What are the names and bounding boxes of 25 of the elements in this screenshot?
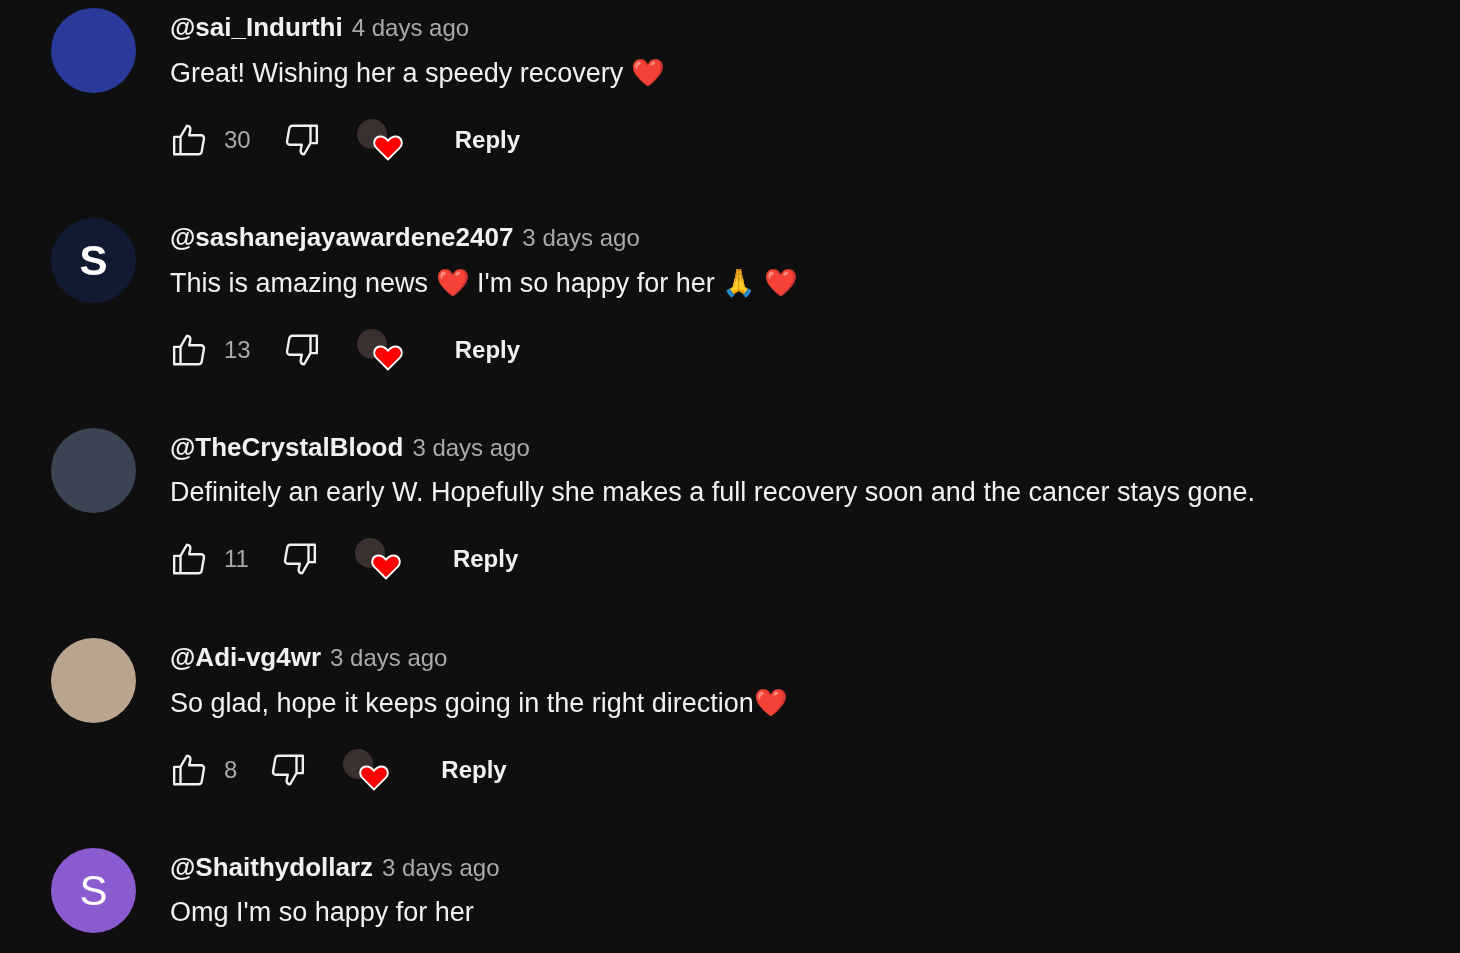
comment-time[interactable]: 3 days ago: [330, 644, 448, 672]
reply-button[interactable]: Reply: [441, 750, 507, 790]
comment-text: Definitely an early W. Hopefully she makes a full recovery soon and the cancer stays gone.: [170, 477, 1256, 508]
reply-button[interactable]: Reply: [452, 539, 519, 579]
comment-time[interactable]: 3 days ago: [522, 224, 640, 252]
comment-time[interactable]: 4 days ago: [351, 14, 470, 42]
comment-author[interactable]: @sashanejayawardene2407: [170, 222, 514, 253]
like-count: 30: [224, 126, 251, 154]
avatar[interactable]: S: [51, 218, 136, 303]
comment-author[interactable]: @Shaithydollarz: [170, 852, 374, 883]
comment-text: Great! Wishing her a speedy recovery ❤: [170, 57, 665, 89]
reply-button[interactable]: Reply: [454, 330, 521, 370]
reply-button[interactable]: Reply: [454, 120, 521, 160]
comment-text: Omg I'm so happy for her: [170, 897, 475, 928]
like-count: 8: [224, 756, 238, 784]
like-count: 13: [224, 336, 251, 364]
comment-author[interactable]: @TheCrystalBlood: [170, 432, 404, 463]
comment-time[interactable]: 3 days ago: [412, 434, 530, 462]
avatar[interactable]: S: [51, 848, 136, 933]
comment-time[interactable]: 3 days ago: [382, 854, 500, 882]
comment-text: So glad, hope it keeps going in the right direction❤: [170, 687, 788, 719]
comment-author[interactable]: @sai_Indurthi: [170, 12, 343, 43]
like-count: 11: [224, 545, 249, 573]
comment-text: This is amazing news ❤ I'm so happy for her 🙏 ❤: [170, 267, 798, 299]
comment-author[interactable]: @Adi-vg4wr: [170, 642, 322, 673]
